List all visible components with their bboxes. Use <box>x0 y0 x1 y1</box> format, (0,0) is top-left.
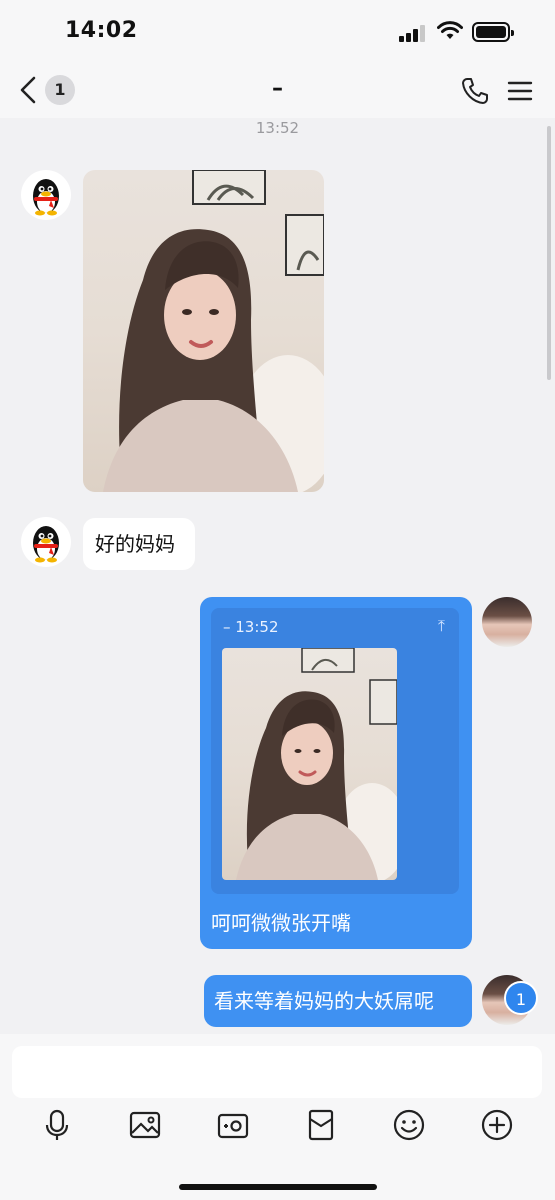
reply-text: 呵呵微微张开嘴 <box>211 911 351 935</box>
message-bubble[interactable]: 好的妈妈 <box>83 518 195 570</box>
wifi-icon <box>437 21 463 39</box>
phone-icon[interactable] <box>460 76 490 106</box>
image-icon[interactable] <box>128 1108 162 1142</box>
red-packet-icon[interactable] <box>304 1108 338 1142</box>
received-photo[interactable] <box>83 170 324 492</box>
input-area <box>0 1034 555 1200</box>
signal-icon <box>399 24 429 42</box>
reply-message-bubble[interactable]: – 13:52 ⤒ 呵呵微微张开嘴 <box>200 597 472 949</box>
qq-penguin-avatar[interactable] <box>21 170 71 220</box>
emoji-icon[interactable] <box>392 1108 426 1142</box>
status-time: 14:02 <box>65 18 138 43</box>
quote-header: – 13:52 <box>223 618 279 636</box>
status-bar: 14:02 <box>0 0 555 64</box>
scrollbar[interactable] <box>547 126 551 380</box>
quoted-photo[interactable] <box>222 648 397 880</box>
plus-icon[interactable] <box>480 1108 514 1142</box>
menu-icon[interactable] <box>506 76 534 106</box>
camera-icon[interactable] <box>216 1108 250 1142</box>
battery-icon <box>472 22 514 42</box>
message-bubble[interactable]: 看来等着妈妈的大妖屌呢 <box>204 975 472 1027</box>
quoted-message[interactable]: – 13:52 ⤒ <box>211 608 459 894</box>
microphone-icon[interactable] <box>40 1108 74 1142</box>
unread-badge[interactable]: 1 <box>504 981 538 1015</box>
chat-header: 1 – <box>0 64 555 118</box>
chat-timestamp: 13:52 <box>255 119 300 137</box>
message-input[interactable] <box>12 1046 542 1098</box>
home-indicator[interactable] <box>179 1184 377 1190</box>
jump-to-original-icon[interactable]: ⤒ <box>438 616 445 636</box>
qq-penguin-avatar[interactable] <box>21 517 71 567</box>
user-avatar[interactable] <box>482 597 532 647</box>
